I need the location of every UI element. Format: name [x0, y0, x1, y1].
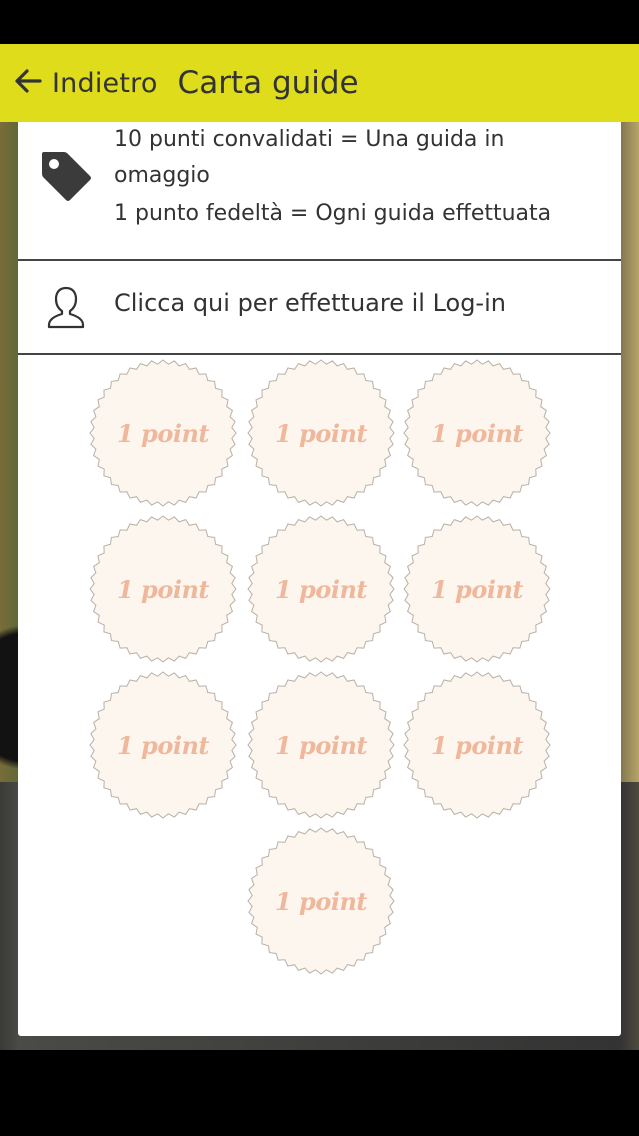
arrow-left-icon [12, 65, 44, 101]
stamp-label: 1 point [117, 418, 210, 448]
back-button[interactable]: Indietro [0, 44, 168, 122]
loyalty-stamp: 1 point [402, 670, 552, 820]
page-title: Carta guide [177, 65, 359, 101]
loyalty-stamp: 1 point [246, 514, 396, 664]
stamp-label: 1 point [117, 730, 210, 760]
info-line-2: omaggio [114, 163, 210, 188]
back-label: Indietro [52, 67, 158, 99]
stamp-label: 1 point [431, 418, 524, 448]
user-outline-icon [46, 285, 86, 329]
app-bar: Indietro Carta guide [0, 44, 639, 122]
status-bar [0, 0, 639, 44]
loyalty-stamp: 1 point [402, 514, 552, 664]
loyalty-stamp: 1 point [246, 826, 396, 976]
login-row[interactable]: Clicca qui per effettuare il Log-in [18, 261, 621, 355]
info-row: 10 punti convalidati = Una guida in omag… [18, 122, 621, 261]
info-line-3: 1 punto fedeltà = Ogni guida effettuata [114, 201, 552, 226]
login-label: Clicca qui per effettuare il Log-in [114, 289, 506, 317]
stamp-label: 1 point [431, 730, 524, 760]
stamp-grid: 1 point 1 point 1 point 1 point 1 point 1 poi… [18, 355, 621, 1036]
loyalty-stamp: 1 point [88, 514, 238, 664]
loyalty-stamp: 1 point [88, 358, 238, 508]
navigation-bar [0, 1050, 639, 1136]
stamp-label: 1 point [275, 418, 368, 448]
info-line-1: 10 punti convalidati = Una guida in [114, 127, 505, 152]
tag-icon [38, 148, 94, 204]
stamp-label: 1 point [275, 574, 368, 604]
loyalty-stamp: 1 point [402, 358, 552, 508]
loyalty-stamp: 1 point [246, 670, 396, 820]
stamp-label: 1 point [275, 730, 368, 760]
loyalty-stamp: 1 point [246, 358, 396, 508]
stamp-label: 1 point [117, 574, 210, 604]
stamp-label: 1 point [275, 886, 368, 916]
stamp-label: 1 point [431, 574, 524, 604]
loyalty-card: 10 punti convalidati = Una guida in omag… [18, 122, 621, 1036]
loyalty-stamp: 1 point [88, 670, 238, 820]
